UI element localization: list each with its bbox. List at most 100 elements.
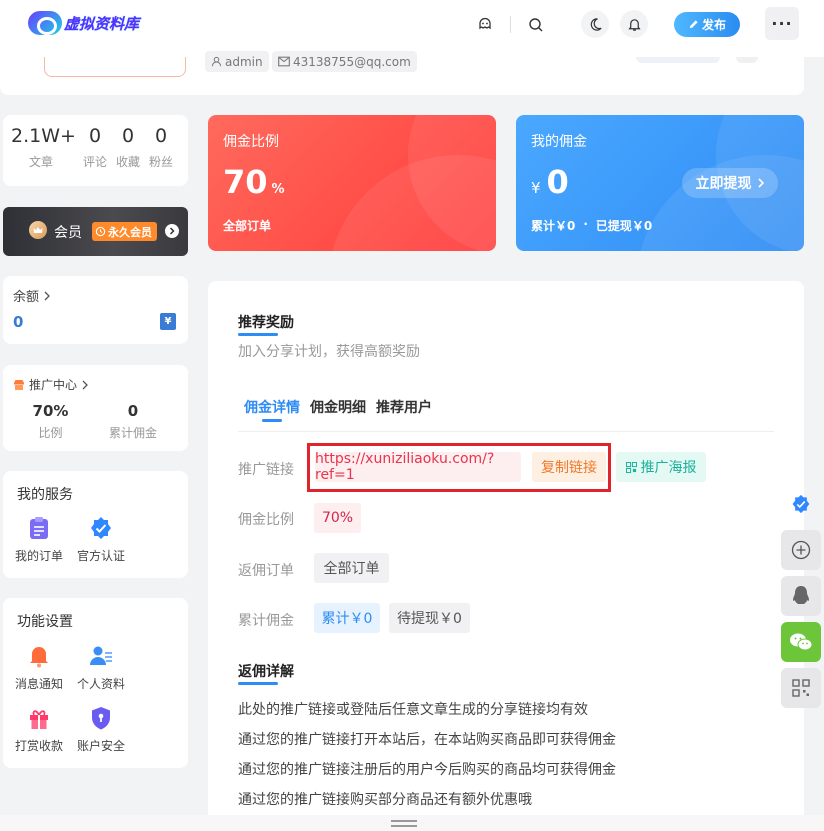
- details-title: 返佣详解: [238, 664, 294, 680]
- more-menu-button[interactable]: ···: [765, 7, 799, 40]
- withdraw-button[interactable]: 立即提现: [682, 168, 778, 198]
- setting-label: 消息通知: [14, 677, 63, 691]
- setting-label: 账户安全: [76, 739, 125, 753]
- tab-commission-details[interactable]: 佣金详情: [244, 397, 300, 417]
- total-commission-label: 累计佣金: [238, 613, 294, 629]
- yuan-wallet-icon: ¥: [160, 313, 176, 330]
- vip-label: 会员: [54, 225, 82, 241]
- commission-rate-label: 佣金比例: [238, 512, 294, 528]
- stat-value: 2.1W+: [11, 125, 76, 147]
- setting-security[interactable]: 账户安全: [73, 706, 129, 754]
- bell-icon: [30, 647, 48, 668]
- panel-subtitle: 加入分享计划，获得高额奖励: [238, 344, 420, 360]
- withdraw-label: 立即提现: [695, 176, 752, 192]
- balance-title: 余额: [13, 290, 40, 305]
- tabs-divider: [238, 431, 774, 432]
- plus-circle-icon: [791, 540, 811, 560]
- service-my-orders[interactable]: 我的订单: [11, 516, 67, 564]
- add-float-button[interactable]: [781, 530, 821, 570]
- service-verification[interactable]: 官方认证: [73, 516, 129, 564]
- settings-title: 功能设置: [17, 614, 73, 630]
- commission-rate-tag: 70%: [314, 503, 361, 533]
- detail-line: 通过您的推广链接打开本站后，在本站购买商品即可获得佣金: [238, 732, 616, 748]
- stat-articles[interactable]: 2.1W+ 文章: [11, 125, 76, 170]
- detail-line: 通过您的推广链接购买部分商品还有额外优惠哦: [238, 792, 532, 808]
- wechat-float-button[interactable]: [781, 622, 821, 662]
- stat-comments[interactable]: 0 评论: [80, 125, 110, 170]
- qrcode-icon: [625, 461, 637, 473]
- vip-card[interactable]: 会员 永久会员: [3, 207, 188, 256]
- stat-value: 0: [88, 125, 102, 147]
- promo-center-card[interactable]: 推广中心 70% 比例 0 累计佣金: [3, 365, 188, 451]
- site-logo[interactable]: 虚拟资料库: [28, 8, 139, 38]
- pencil-icon: [689, 20, 698, 29]
- detail-line: 通过您的推广链接注册后的用户今后购买的商品均可获得佣金: [238, 762, 616, 778]
- services-title: 我的服务: [17, 487, 73, 503]
- poster-label: 推广海报: [640, 460, 697, 476]
- promo-link-value[interactable]: https://xuniziliaoku.com/?ref=1: [315, 451, 521, 483]
- bottom-bar: [0, 815, 824, 831]
- drag-handle-icon[interactable]: [391, 820, 417, 822]
- currency-symbol: ¥: [531, 179, 541, 197]
- copy-link-button[interactable]: 复制链接: [532, 452, 606, 482]
- follow-button[interactable]: [636, 57, 720, 63]
- qq-float-button[interactable]: [781, 576, 821, 616]
- active-tab-indicator: [262, 419, 282, 422]
- stat-label: 粉丝: [148, 155, 173, 169]
- card-title: 我的佣金: [531, 134, 587, 150]
- service-label: 我的订单: [14, 549, 63, 563]
- withdrawn-commission: 已提现￥0: [595, 219, 653, 233]
- stat-label: 评论: [82, 155, 107, 169]
- username-tag: admin: [205, 51, 269, 72]
- vip-badge-text: 永久会员: [108, 225, 152, 239]
- promo-total-value: 0: [127, 402, 139, 420]
- promo-poster-button[interactable]: 推广海报: [616, 452, 706, 482]
- publish-button[interactable]: 发布: [674, 12, 740, 37]
- wechat-icon: [790, 633, 813, 651]
- tab-referred-users[interactable]: 推荐用户: [376, 397, 432, 417]
- promo-rate-label: 比例: [38, 426, 63, 440]
- rebate-orders-label: 返佣订单: [238, 563, 294, 579]
- panel-title: 推荐奖励: [238, 315, 294, 331]
- qrcode-icon: [792, 679, 810, 697]
- notification-bell-icon[interactable]: [620, 10, 648, 38]
- stat-value: 0: [121, 125, 135, 147]
- balance-value: 0: [13, 313, 24, 331]
- username: admin: [225, 54, 263, 69]
- settings-card: 功能设置 消息通知 个人资料 打赏收款 账户安全: [3, 598, 188, 768]
- crown-icon: [29, 221, 47, 239]
- setting-tips[interactable]: 打赏收款: [11, 706, 67, 754]
- balance-card[interactable]: 余额 0 ¥: [3, 276, 188, 344]
- stat-label: 文章: [28, 155, 53, 169]
- avatar[interactable]: [44, 57, 186, 77]
- stat-value: 0: [154, 125, 168, 147]
- tab-commission-log[interactable]: 佣金明细: [310, 397, 366, 417]
- stat-followers[interactable]: 0 粉丝: [146, 125, 176, 170]
- ghost-icon[interactable]: [472, 12, 498, 38]
- setting-notifications[interactable]: 消息通知: [11, 644, 67, 692]
- qrcode-float-button[interactable]: [781, 668, 821, 708]
- my-commission-card: 我的佣金 ¥ 0 立即提现 累计￥0 · 已提现￥0: [516, 115, 804, 251]
- gift-icon: [30, 710, 48, 729]
- pending-commission-tag: 待提现￥0: [389, 603, 470, 633]
- clipboard-icon: [30, 517, 48, 539]
- setting-label: 打赏收款: [14, 739, 63, 753]
- chevron-right-icon: [757, 178, 764, 188]
- mail-icon: [278, 56, 290, 67]
- commission-rate-value: 70: [223, 163, 268, 201]
- search-icon[interactable]: [523, 12, 549, 38]
- title-underline: [238, 333, 278, 336]
- setting-label: 个人资料: [76, 677, 125, 691]
- profile-more-button[interactable]: [736, 57, 758, 63]
- details-underline: [238, 682, 278, 685]
- chevron-right-icon: [44, 291, 50, 300]
- drag-handle-line: [391, 825, 417, 827]
- footer-dot: ·: [583, 217, 588, 231]
- setting-profile[interactable]: 个人资料: [73, 644, 129, 692]
- stat-favorites[interactable]: 0 收藏: [113, 125, 143, 170]
- stat-label: 收藏: [115, 155, 140, 169]
- all-orders-button[interactable]: 全部订单: [314, 553, 389, 583]
- dark-mode-moon-icon[interactable]: [581, 10, 609, 38]
- verified-float-icon[interactable]: [791, 494, 811, 514]
- more-label: ···: [771, 14, 793, 33]
